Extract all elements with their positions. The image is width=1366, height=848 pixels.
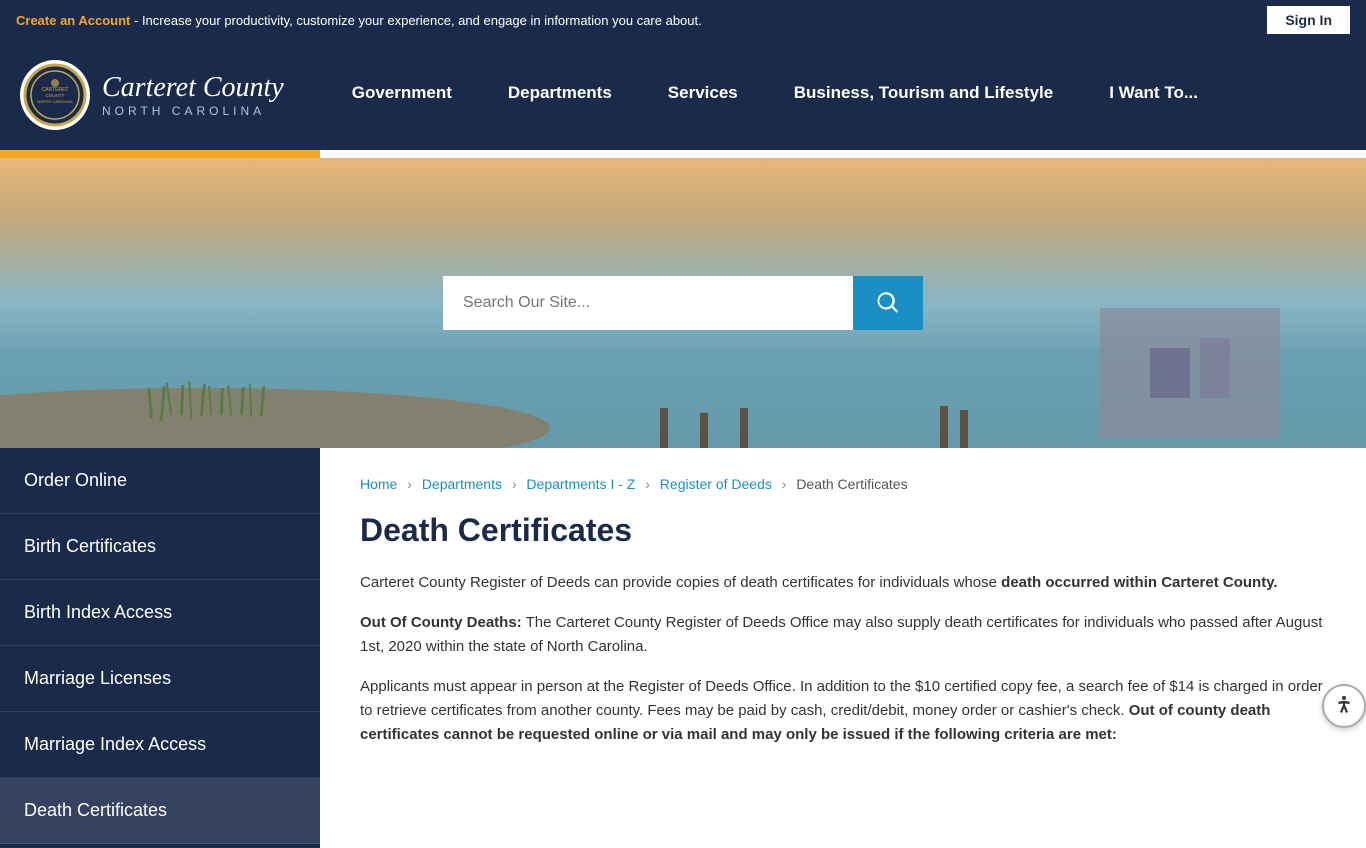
breadcrumb: Home › Departments › Departments I - Z ›…: [360, 476, 1326, 492]
header: CARTERET COUNTY NORTH CAROLINA Carteret …: [0, 40, 1366, 150]
content-paragraph-1: Carteret County Register of Deeds can pr…: [360, 571, 1326, 595]
breadcrumb-home[interactable]: Home: [360, 476, 397, 492]
accessibility-icon: [1332, 694, 1356, 718]
nav-item-i-want-to[interactable]: I Want To...: [1081, 40, 1226, 150]
main-nav: Government Departments Services Business…: [324, 40, 1346, 150]
sidebar-item-birth-certificates[interactable]: Birth Certificates: [0, 514, 320, 580]
nav-item-business[interactable]: Business, Tourism and Lifestyle: [766, 40, 1081, 150]
paragraph1-normal: Carteret County Register of Deeds can pr…: [360, 574, 1001, 591]
page-title: Death Certificates: [360, 512, 1326, 549]
search-button[interactable]: [853, 276, 923, 330]
breadcrumb-sep-4: ›: [782, 476, 787, 492]
sidebar-item-marriage-index-access[interactable]: Marriage Index Access: [0, 712, 320, 778]
logo-seal: CARTERET COUNTY NORTH CAROLINA: [20, 60, 90, 130]
sidebar-item-order-online[interactable]: Order Online: [0, 448, 320, 514]
svg-text:COUNTY: COUNTY: [46, 93, 65, 98]
logo-text: Carteret County North Carolina: [102, 72, 284, 118]
county-name: Carteret County: [102, 72, 284, 104]
search-input[interactable]: [443, 276, 853, 330]
breadcrumb-departments[interactable]: Departments: [422, 476, 502, 492]
nav-item-departments[interactable]: Departments: [480, 40, 640, 150]
sidebar: Order Online Birth Certificates Birth In…: [0, 448, 320, 848]
content-paragraph-2: Out Of County Deaths: The Carteret Count…: [360, 611, 1326, 659]
logo[interactable]: CARTERET COUNTY NORTH CAROLINA Carteret …: [20, 60, 284, 130]
sign-in-button[interactable]: Sign In: [1267, 6, 1350, 34]
top-bar: Create an Account - Increase your produc…: [0, 0, 1366, 40]
sidebar-item-marriage-licenses[interactable]: Marriage Licenses: [0, 646, 320, 712]
top-bar-message: Create an Account - Increase your produc…: [16, 13, 702, 28]
main-layout: Order Online Birth Certificates Birth In…: [0, 448, 1366, 848]
sidebar-item-birth-index-access[interactable]: Birth Index Access: [0, 580, 320, 646]
accent-bar: [0, 150, 320, 158]
top-bar-text: - Increase your productivity, customize …: [130, 13, 701, 28]
sidebar-item-death-certificates[interactable]: Death Certificates: [0, 778, 320, 844]
svg-text:NORTH CAROLINA: NORTH CAROLINA: [37, 99, 73, 104]
breadcrumb-sep-2: ›: [512, 476, 517, 492]
nav-item-services[interactable]: Services: [640, 40, 766, 150]
create-account-link[interactable]: Create an Account: [16, 13, 130, 28]
search-bar: [443, 276, 923, 330]
breadcrumb-register-of-deeds[interactable]: Register of Deeds: [660, 476, 772, 492]
nav-item-government[interactable]: Government: [324, 40, 480, 150]
breadcrumb-sep-3: ›: [645, 476, 650, 492]
paragraph2-label: Out Of County Deaths:: [360, 614, 522, 631]
content-paragraph-3: Applicants must appear in person at the …: [360, 675, 1326, 747]
main-content: Home › Departments › Departments I - Z ›…: [320, 448, 1366, 848]
breadcrumb-current: Death Certificates: [796, 476, 907, 492]
search-icon: [875, 290, 901, 316]
accessibility-button[interactable]: [1322, 684, 1366, 728]
hero-section: [0, 158, 1366, 448]
breadcrumb-sep-1: ›: [407, 476, 412, 492]
paragraph1-bold: death occurred within Carteret County.: [1001, 574, 1277, 591]
seal-icon: CARTERET COUNTY NORTH CAROLINA: [23, 63, 87, 127]
breadcrumb-departments-i-z[interactable]: Departments I - Z: [526, 476, 635, 492]
state-name: North Carolina: [102, 104, 284, 118]
